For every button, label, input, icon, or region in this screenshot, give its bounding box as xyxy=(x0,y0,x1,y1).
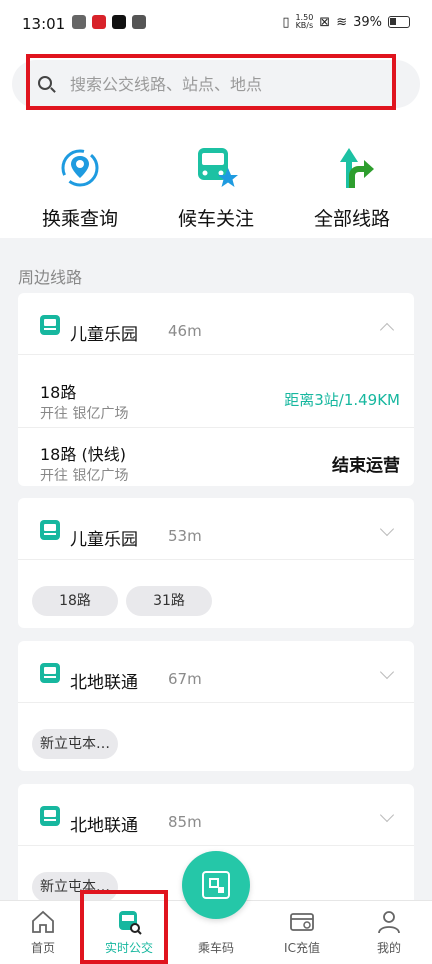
bus-stop-icon xyxy=(40,315,60,335)
network-speed: 1.50 KB/s xyxy=(295,14,313,30)
card-recharge-icon xyxy=(289,909,315,935)
route-chip[interactable]: 31路 xyxy=(126,586,212,616)
transfer-location-icon xyxy=(56,144,104,192)
route-direction: 开往 银亿广场 xyxy=(40,406,129,422)
stop-card[interactable]: 儿童乐园 53m 18路 31路 xyxy=(18,498,414,628)
chevron-down-icon[interactable] xyxy=(379,807,395,823)
tab-label: 首页 xyxy=(30,941,55,955)
route-chip[interactable]: 新立屯本… xyxy=(32,729,118,759)
quick-action-label: 换乘查询 xyxy=(41,208,118,230)
vibrate-icon: ▯ xyxy=(282,14,290,30)
tab-label: 实时公交 xyxy=(104,941,153,955)
no-sim-icon: ⊠ xyxy=(319,14,331,30)
nearby-section-title: 周边线路 xyxy=(18,268,83,287)
app-notification-icon xyxy=(72,15,86,29)
stop-name: 儿童乐园 xyxy=(70,530,138,550)
stop-name: 儿童乐园 xyxy=(70,325,138,345)
quick-action-follow[interactable]: 候车关注 xyxy=(156,140,276,231)
profile-icon xyxy=(376,909,402,935)
bus-star-icon xyxy=(192,144,240,192)
quick-action-transfer[interactable]: 换乘查询 xyxy=(20,140,140,231)
tab-realtime-bus[interactable]: 实时公交 xyxy=(86,901,172,964)
tab-profile[interactable]: 我的 xyxy=(346,901,432,964)
stop-distance: 53m xyxy=(168,527,202,545)
search-input[interactable] xyxy=(70,70,390,98)
stop-distance: 85m xyxy=(168,813,202,831)
route-name: 18路 xyxy=(40,383,77,402)
stop-name: 北地联通 xyxy=(70,673,138,693)
tab-label: 乘车码 xyxy=(197,941,234,955)
stop-card[interactable]: 儿童乐园 46m 18路 开往 银亿广场 距离3站/1.49KM 18路 (快线… xyxy=(18,293,414,486)
route-status: 结束运营 xyxy=(332,456,400,476)
notification-icons xyxy=(72,15,146,29)
bus-stop-icon xyxy=(40,520,60,540)
chevron-down-icon[interactable] xyxy=(379,664,395,680)
stop-card-header[interactable]: 儿童乐园 53m xyxy=(18,498,414,560)
baidu-notification-icon xyxy=(92,15,106,29)
bus-stop-icon xyxy=(40,806,60,826)
tab-label: IC充值 xyxy=(284,941,320,955)
route-chip[interactable]: 18路 xyxy=(32,586,118,616)
speed-unit: KB/s xyxy=(295,21,314,30)
tiktok-notification-icon xyxy=(112,15,126,29)
all-routes-arrow-icon xyxy=(328,144,376,192)
quick-action-all-routes[interactable]: 全部线路 xyxy=(292,140,412,231)
quick-actions: 换乘查询 候车关注 全部线路 xyxy=(0,140,432,230)
tab-home[interactable]: 首页 xyxy=(0,901,86,964)
quick-action-label: 候车关注 xyxy=(177,208,254,230)
battery-icon xyxy=(388,16,410,28)
status-right: ▯ 1.50 KB/s ⊠ ≋ 39% xyxy=(282,14,410,30)
battery-percent: 39% xyxy=(353,14,382,30)
quick-action-label: 全部线路 xyxy=(313,208,390,230)
status-bar: 13:01 ▯ 1.50 KB/s ⊠ ≋ 39% xyxy=(0,0,432,48)
stop-card-header[interactable]: 北地联通 67m xyxy=(18,641,414,703)
tab-ic-recharge[interactable]: IC充值 xyxy=(259,901,345,964)
route-direction: 开往 银亿广场 xyxy=(40,468,129,484)
route-status: 距离3站/1.49KM xyxy=(284,391,400,409)
divider xyxy=(18,427,414,428)
status-time: 13:01 xyxy=(22,15,66,33)
ride-code-fab[interactable] xyxy=(182,851,250,919)
search-icon xyxy=(38,76,52,90)
stop-card[interactable]: 北地联通 67m 新立屯本… xyxy=(18,641,414,771)
route-row[interactable]: 18路 开往 银亿广场 距离3站/1.49KM xyxy=(18,367,414,425)
route-name: 18路 (快线) xyxy=(40,445,126,464)
stop-distance: 67m xyxy=(168,670,202,688)
route-row[interactable]: 18路 (快线) 开往 银亿广场 结束运营 xyxy=(18,429,414,486)
search-bar[interactable] xyxy=(12,60,420,108)
tab-label: 我的 xyxy=(376,941,401,955)
stop-card-header[interactable]: 北地联通 85m xyxy=(18,784,414,846)
stop-name: 北地联通 xyxy=(70,816,138,836)
chevron-down-icon[interactable] xyxy=(379,521,395,537)
stop-card-header[interactable]: 儿童乐园 46m xyxy=(18,293,414,355)
chevron-up-icon[interactable] xyxy=(379,322,395,338)
bus-stop-icon xyxy=(40,663,60,683)
realtime-bus-icon xyxy=(116,909,142,935)
qr-code-icon xyxy=(202,871,230,899)
wifi-icon: ≋ xyxy=(336,14,348,30)
route-chip[interactable]: 新立屯本… xyxy=(32,872,118,902)
stop-distance: 46m xyxy=(168,322,202,340)
home-icon xyxy=(30,909,56,935)
message-notification-icon xyxy=(132,15,146,29)
